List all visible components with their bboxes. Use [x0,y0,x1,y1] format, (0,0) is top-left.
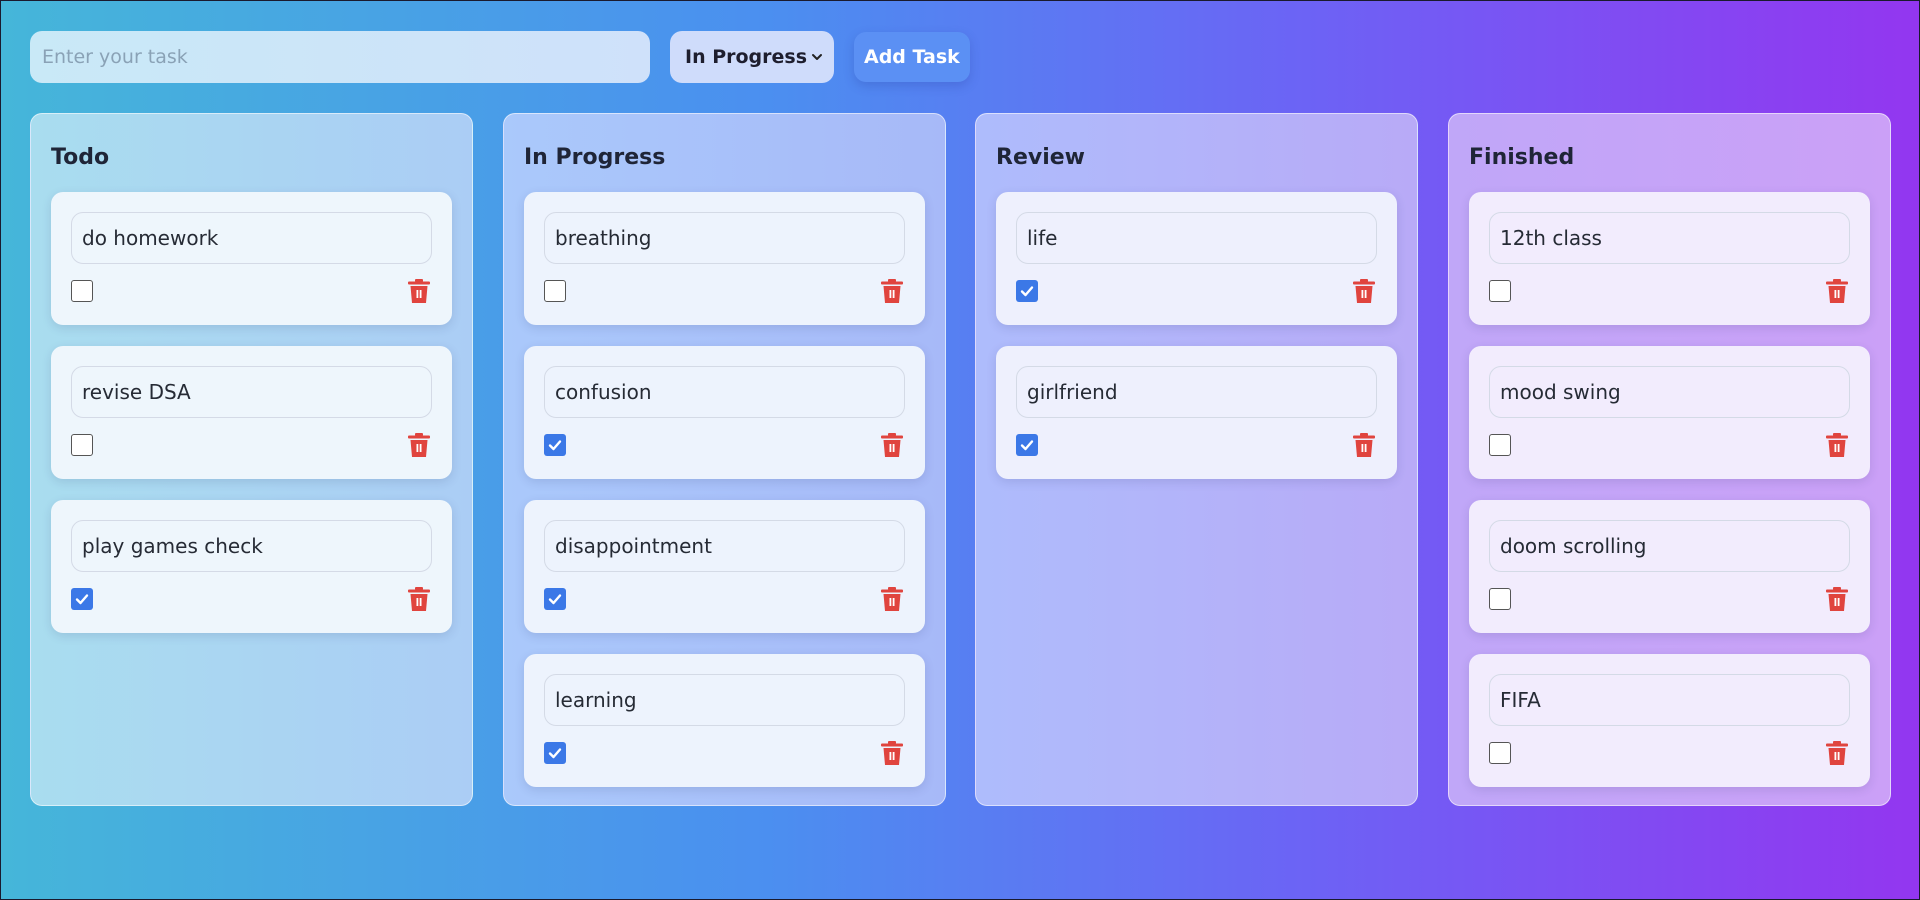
task-card: revise DSA [51,346,452,479]
task-text-field[interactable]: FIFA [1489,674,1850,726]
task-text-field[interactable]: revise DSA [71,366,432,418]
trash-icon [881,587,903,611]
delete-task-button[interactable] [879,432,905,458]
task-text-field[interactable]: disappointment [544,520,905,572]
delete-task-button[interactable] [1351,278,1377,304]
task-checkbox[interactable] [1489,742,1511,764]
column-finished: Finished 12th class mood swing doom scrolli… [1448,113,1891,806]
task-checkbox[interactable] [1489,280,1511,302]
toolbar: In Progress Add Task [30,31,970,83]
delete-task-button[interactable] [1824,432,1850,458]
delete-task-button[interactable] [1351,432,1377,458]
delete-task-button[interactable] [879,740,905,766]
task-text-field[interactable]: do homework [71,212,432,264]
task-actions [1489,740,1850,766]
column-in-progress: In Progress breathing confusion disappointm… [503,113,946,806]
trash-icon [881,741,903,765]
trash-icon [408,279,430,303]
task-checkbox[interactable] [1489,588,1511,610]
checkmark-icon [1020,440,1034,451]
task-actions [1016,278,1377,304]
task-card: life [996,192,1397,325]
task-card: play games check [51,500,452,633]
trash-icon [1826,279,1848,303]
task-actions [544,432,905,458]
trash-icon [1826,741,1848,765]
task-actions [1489,278,1850,304]
task-text-field[interactable]: confusion [544,366,905,418]
delete-task-button[interactable] [406,432,432,458]
task-actions [71,586,432,612]
task-checkbox[interactable] [544,742,566,764]
delete-task-button[interactable] [1824,278,1850,304]
column-title: Review [996,145,1085,170]
task-card: learning [524,654,925,787]
delete-task-button[interactable] [406,586,432,612]
trash-icon [881,433,903,457]
task-card: FIFA [1469,654,1870,787]
task-checkbox[interactable] [71,588,93,610]
task-actions [1016,432,1377,458]
column-title: Finished [1469,145,1575,170]
delete-task-button[interactable] [1824,586,1850,612]
task-actions [544,278,905,304]
task-card: doom scrolling [1469,500,1870,633]
checkmark-icon [75,594,89,605]
delete-task-button[interactable] [879,278,905,304]
trash-icon [408,587,430,611]
task-checkbox[interactable] [1016,280,1038,302]
trash-icon [1826,433,1848,457]
task-checkbox[interactable] [71,434,93,456]
task-checkbox[interactable] [544,434,566,456]
column-review: Review life girlfriend [975,113,1418,806]
task-checkbox[interactable] [1016,434,1038,456]
task-actions [544,586,905,612]
task-card: girlfriend [996,346,1397,479]
task-card: disappointment [524,500,925,633]
delete-task-button[interactable] [879,586,905,612]
trash-icon [1353,279,1375,303]
task-checkbox[interactable] [544,280,566,302]
task-actions [544,740,905,766]
task-card: breathing [524,192,925,325]
checkmark-icon [548,594,562,605]
trash-icon [408,433,430,457]
delete-task-button[interactable] [406,278,432,304]
task-text-field[interactable]: doom scrolling [1489,520,1850,572]
checkmark-icon [548,748,562,759]
task-actions [71,278,432,304]
add-task-button[interactable]: Add Task [854,32,970,82]
task-text-field[interactable]: life [1016,212,1377,264]
task-input[interactable] [30,31,650,83]
task-text-field[interactable]: learning [544,674,905,726]
checkmark-icon [548,440,562,451]
task-text-field[interactable]: breathing [544,212,905,264]
column-todo: Todo do homework revise DSA play games chec… [30,113,473,806]
task-card: mood swing [1469,346,1870,479]
task-card: confusion [524,346,925,479]
task-actions [1489,586,1850,612]
chevron-down-icon [812,54,822,60]
trash-icon [881,279,903,303]
task-checkbox[interactable] [71,280,93,302]
task-actions [71,432,432,458]
column-title: In Progress [524,145,666,170]
task-checkbox[interactable] [544,588,566,610]
status-select[interactable]: In Progress [670,31,834,83]
task-text-field[interactable]: 12th class [1489,212,1850,264]
column-title: Todo [51,145,110,170]
task-text-field[interactable]: play games check [71,520,432,572]
task-card: do homework [51,192,452,325]
task-text-field[interactable]: girlfriend [1016,366,1377,418]
task-text-field[interactable]: mood swing [1489,366,1850,418]
delete-task-button[interactable] [1824,740,1850,766]
task-checkbox[interactable] [1489,434,1511,456]
task-card: 12th class [1469,192,1870,325]
status-select-value: In Progress [685,46,808,68]
trash-icon [1353,433,1375,457]
trash-icon [1826,587,1848,611]
checkmark-icon [1020,286,1034,297]
task-actions [1489,432,1850,458]
